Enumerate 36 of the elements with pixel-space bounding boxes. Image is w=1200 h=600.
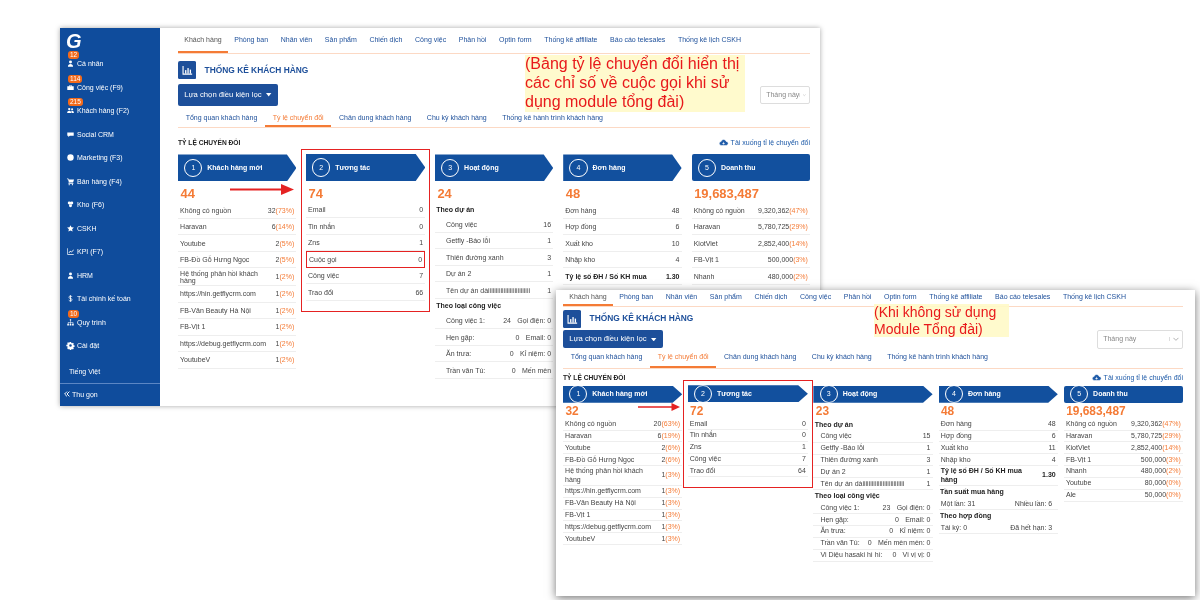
stage-total: 19,683,487 xyxy=(694,186,759,201)
stage-total: 48 xyxy=(565,186,581,201)
line-chart-icon xyxy=(66,247,75,257)
briefcase-icon xyxy=(66,82,75,92)
arrow xyxy=(637,403,680,412)
caret-icon xyxy=(266,93,272,97)
cart-icon xyxy=(66,176,75,186)
stage-total: 72 xyxy=(690,404,704,419)
cloud-download-icon xyxy=(1092,374,1102,382)
sitemap-icon xyxy=(66,317,75,327)
chevron-down-icon xyxy=(799,92,807,97)
stage-total: 74 xyxy=(308,185,323,201)
stage-total: 23 xyxy=(815,405,829,419)
bar-chart-icon xyxy=(178,61,197,80)
caret-icon xyxy=(651,337,657,342)
stage-total: 48 xyxy=(940,405,955,419)
person-icon xyxy=(66,270,75,280)
dollar-icon xyxy=(66,294,75,304)
person-icon xyxy=(66,59,75,69)
page-title: THỐNG KÊ KHÁCH HÀNG xyxy=(204,65,309,76)
annotation-note: (Khi không sử dụng Module Tổng đài) xyxy=(874,304,1009,338)
bar-chart-icon xyxy=(563,310,582,329)
cloud-download-icon xyxy=(719,139,729,147)
double-chevron-icon xyxy=(64,391,70,397)
people-icon xyxy=(66,106,75,116)
page-title: THỐNG KÊ KHÁCH HÀNG xyxy=(589,314,694,324)
stage-total: 44 xyxy=(180,186,195,201)
stage-total: 24 xyxy=(437,186,452,201)
chevron-down-icon xyxy=(1169,337,1180,342)
annotation-note: (Bảng tỷ lệ chuyển đổi hiển thị các chỉ số về cuộc gọi khi sử dụng module tổng đài) xyxy=(525,55,745,112)
stage-total: 32 xyxy=(565,405,579,419)
stage-total: 19,683,487 xyxy=(1066,405,1126,419)
star-icon xyxy=(66,223,75,233)
settings-icon xyxy=(66,341,75,351)
logo[interactable]: G xyxy=(60,28,82,52)
arrow xyxy=(229,184,294,195)
